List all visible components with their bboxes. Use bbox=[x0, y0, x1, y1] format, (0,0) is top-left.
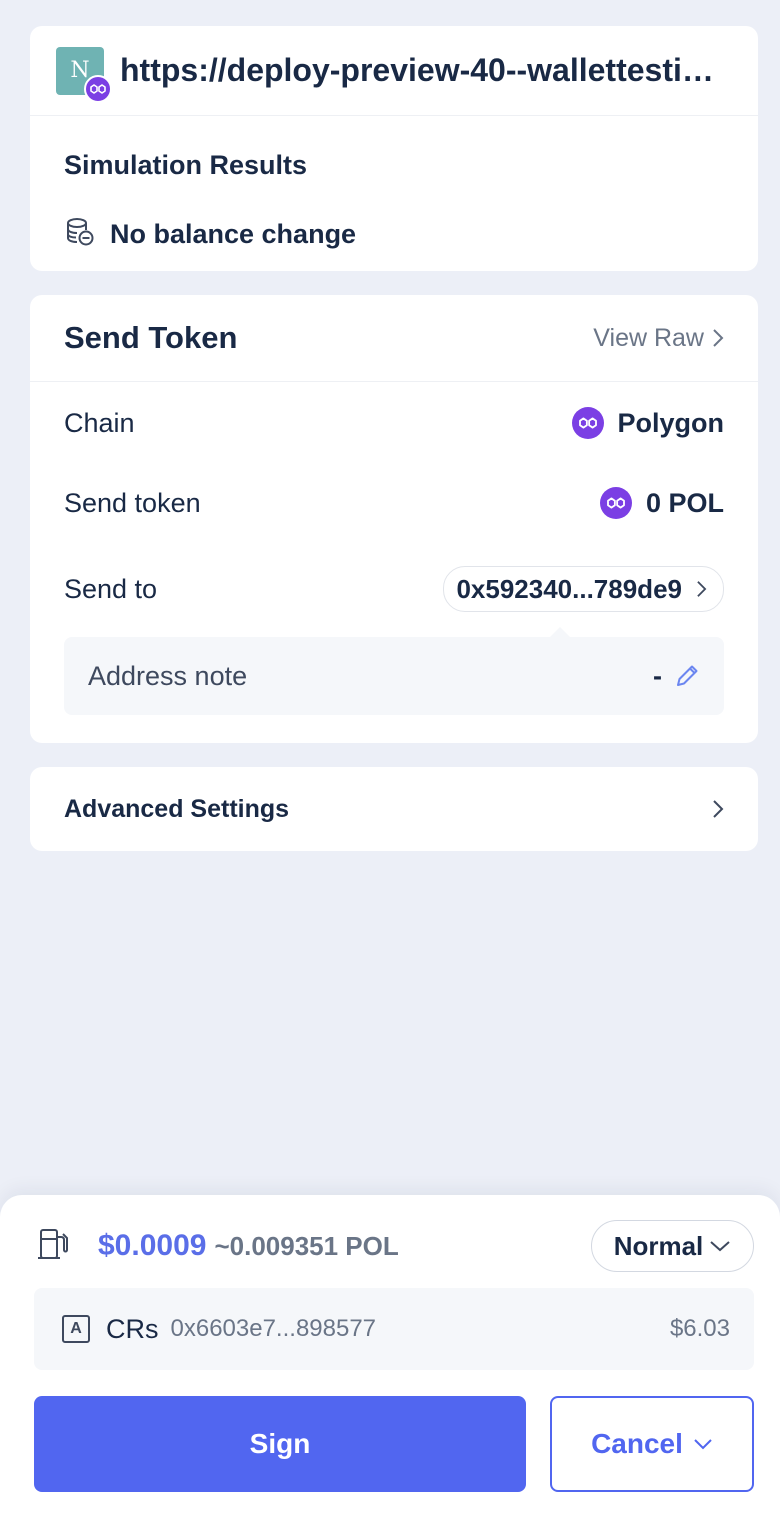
simulation-title: Simulation Results bbox=[64, 150, 308, 180]
address-note: Address note - bbox=[64, 627, 724, 715]
polygon-icon bbox=[84, 74, 112, 103]
account-info: A CRs 0x6603e7...898577 $6.03 bbox=[34, 1288, 754, 1370]
view-raw-label: View Raw bbox=[593, 323, 704, 352]
site-simulation-card: N https://deploy-preview-40--wallettesti… bbox=[30, 26, 758, 271]
simulation-result: No balance change bbox=[64, 216, 356, 253]
account-balance: $6.03 bbox=[669, 1315, 730, 1342]
site-header: N https://deploy-preview-40--wallettesti… bbox=[30, 26, 758, 116]
edit-pencil-icon[interactable] bbox=[674, 663, 700, 689]
send-to-address: 0x592340...789de9 bbox=[456, 573, 682, 604]
cancel-button[interactable]: Cancel bbox=[550, 1396, 754, 1492]
address-note-label: Address note bbox=[88, 660, 248, 691]
address-note-value-group: - bbox=[653, 661, 700, 692]
send-to-label: Send to bbox=[64, 573, 158, 604]
simulation-result-text: No balance change bbox=[110, 219, 357, 249]
coins-minus-icon bbox=[64, 216, 96, 253]
address-note-value: - bbox=[653, 660, 662, 691]
chain-name: Polygon bbox=[617, 407, 725, 438]
send-token-label: Send token bbox=[64, 487, 201, 518]
send-token-header: Send Token View Raw bbox=[30, 295, 758, 382]
chain-value: Polygon bbox=[571, 407, 725, 439]
send-token-card: Send Token View Raw Chain Polygon Send t… bbox=[30, 295, 758, 743]
gas-fee-usd: $0.0009 bbox=[98, 1229, 207, 1262]
advanced-settings-label: Advanced Settings bbox=[64, 794, 290, 823]
gas-speed-value: Normal bbox=[613, 1230, 704, 1261]
sign-button-label: Sign bbox=[249, 1428, 311, 1459]
gas-speed-select[interactable]: Normal bbox=[591, 1220, 754, 1272]
send-token-amount: 0 POL bbox=[645, 487, 724, 518]
gas-fee-native: ~0.009351 POL bbox=[214, 1230, 399, 1261]
advanced-settings-row[interactable]: Advanced Settings bbox=[30, 767, 758, 851]
chain-label: Chain bbox=[64, 407, 135, 438]
gas-row: $0.0009 ~0.009351 POL Normal bbox=[36, 1220, 754, 1272]
cancel-button-label: Cancel bbox=[591, 1428, 683, 1459]
site-logo: N bbox=[56, 46, 112, 103]
account-name: CRs bbox=[106, 1313, 159, 1344]
polygon-icon bbox=[571, 407, 604, 439]
chevron-right-icon bbox=[697, 581, 707, 597]
gas-pump-icon bbox=[36, 1226, 72, 1267]
polygon-icon bbox=[599, 487, 632, 519]
chevron-down-icon bbox=[694, 1439, 712, 1450]
send-to-address-pill[interactable]: 0x592340...789de9 bbox=[443, 566, 724, 612]
account-badge-icon: A bbox=[62, 1315, 90, 1343]
chevron-right-icon bbox=[713, 800, 724, 818]
chevron-right-icon bbox=[713, 329, 724, 347]
send-to-row: Send to 0x592340...789de9 bbox=[64, 565, 724, 613]
action-footer: $0.0009 ~0.009351 POL Normal A CRs 0x660… bbox=[0, 1195, 780, 1518]
send-token-title: Send Token bbox=[64, 320, 238, 355]
send-token-row: Send token 0 POL bbox=[64, 479, 724, 527]
gas-info: $0.0009 ~0.009351 POL bbox=[36, 1226, 399, 1267]
site-url: https://deploy-preview-40--wallettesting… bbox=[120, 52, 730, 88]
chain-row: Chain Polygon bbox=[64, 399, 724, 447]
account-address: 0x6603e7...898577 bbox=[170, 1315, 377, 1342]
send-token-value: 0 POL bbox=[599, 487, 724, 519]
view-raw-link[interactable]: View Raw bbox=[593, 324, 724, 353]
sign-button[interactable]: Sign bbox=[34, 1396, 526, 1492]
chevron-down-icon bbox=[710, 1241, 730, 1252]
